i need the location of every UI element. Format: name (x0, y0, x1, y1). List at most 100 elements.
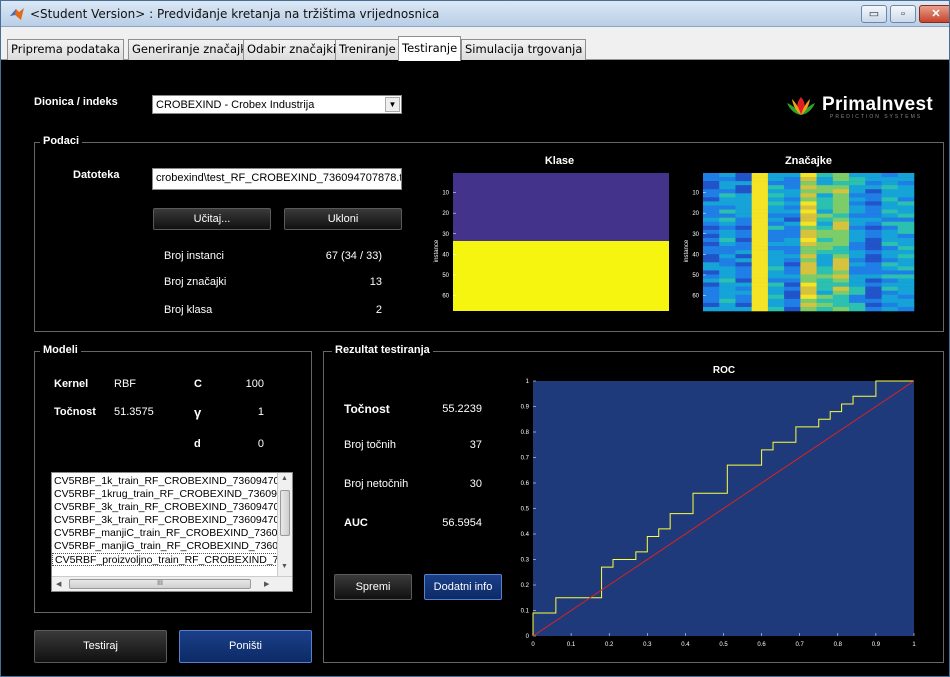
testiraj-button[interactable]: Testiraj (34, 630, 167, 663)
heatmap-cell (897, 306, 915, 312)
heatmap-cell (849, 270, 866, 275)
heatmap-cell (865, 302, 882, 308)
model-listbox[interactable]: CV5RBF_1k_train_RF_CROBEXIND_73609470 CV5… (51, 472, 293, 592)
heatmap-cell (881, 189, 899, 194)
close-button[interactable]: ✕ (919, 5, 949, 23)
horizontal-scrollbar[interactable]: ◀ III ▶ (52, 576, 292, 591)
heatmap-cell (832, 185, 850, 190)
heatmap-cell (751, 282, 769, 287)
broj-instanci-value: 67 (34 / 33) (325, 250, 382, 262)
heatmap-cell (751, 173, 769, 178)
scroll-down-icon[interactable]: ▼ (281, 563, 288, 570)
heatmap-cell (816, 286, 834, 292)
broj-znacajki-value: 13 (369, 276, 382, 288)
tab-testiranje[interactable]: Testiranje (398, 36, 462, 61)
heatmap-cell (767, 201, 785, 206)
heatmap-cell (849, 306, 866, 312)
heatmap-cell (719, 258, 736, 263)
scroll-left-icon[interactable]: ◀ (56, 580, 61, 588)
heatmap-cell (832, 302, 850, 308)
heatmap-cell (784, 282, 801, 287)
heatmap-cell (865, 229, 882, 235)
heatmap-cell (816, 298, 834, 304)
heatmap-cell (832, 221, 850, 227)
broj-klasa-label: Broj klasa (164, 304, 213, 316)
tab-treniranje[interactable]: Treniranje (335, 39, 400, 60)
model-list-item[interactable]: CV5RBF_1k_train_RF_CROBEXIND_73609470 (52, 475, 278, 488)
model-list-item[interactable]: CV5RBF_3k_train_RF_CROBEXIND_73609470 (52, 514, 278, 527)
heatmap-cell (849, 258, 866, 263)
heatmap-cell (849, 286, 866, 292)
heatmap-cell (784, 250, 801, 255)
heatmap-cell (800, 189, 817, 194)
heatmap-cell (832, 286, 850, 292)
scroll-right-icon[interactable]: ▶ (264, 580, 269, 588)
heatmap-cell (832, 246, 850, 251)
tab-generiranje-znacajki[interactable]: Generiranje značajki (128, 39, 255, 60)
heatmap-cell (816, 209, 834, 214)
tab-odabir-znacajki[interactable]: Odabir značajki (243, 39, 341, 60)
heatmap-cell (784, 278, 801, 283)
heatmap-cell (767, 185, 785, 190)
model-list-item[interactable]: CV5RBF_manjiG_train_RF_CROBEXIND_7360 (52, 540, 278, 553)
roc-ytick: 0.5 (521, 507, 530, 513)
heatmap-cell (719, 266, 736, 271)
auc-label: AUC (344, 517, 368, 529)
klase-heatmap: instance 10 20 30 40 50 60 (434, 173, 669, 311)
spremi-button[interactable]: Spremi (334, 574, 412, 600)
roc-xtick: 0.4 (681, 642, 690, 648)
maximize-button[interactable]: ▫ (890, 5, 916, 23)
heatmap-cell (735, 282, 752, 287)
heatmap-cell (897, 237, 915, 243)
heatmap-cell (800, 250, 817, 255)
heatmap-cell (832, 250, 850, 255)
heatmap-cell (800, 262, 817, 267)
heatmap-cell (735, 185, 752, 190)
tocnost-value: 51.3575 (114, 406, 154, 418)
heatmap-cell (849, 242, 866, 247)
scroll-thumb[interactable] (280, 490, 290, 536)
heatmap-cell (816, 262, 834, 267)
heatmap-cell (865, 181, 882, 186)
heatmap-cell (881, 201, 899, 206)
tab-priprema-podataka[interactable]: Priprema podataka (7, 39, 125, 60)
model-list-item[interactable]: CV5RBF_3k_train_RF_CROBEXIND_73609470 (52, 501, 278, 514)
model-list-item[interactable]: CV5RBF_proizvoljno_train_RF_CROBEXIND_7 (52, 553, 278, 566)
scroll-up-icon[interactable]: ▲ (281, 475, 288, 482)
heatmap-cell (767, 270, 785, 275)
heatmap-cell (816, 221, 834, 227)
ponisti-button[interactable]: Poništi (179, 630, 312, 663)
heatmap-cell (897, 246, 915, 251)
znacajke-title: Značajke (784, 155, 833, 167)
datoteka-field[interactable]: crobexind\test_RF_CROBEXIND_736094707878… (152, 168, 402, 190)
heatmap-cell (800, 197, 817, 202)
heatmap-cell (751, 270, 769, 275)
heatmap-cell (832, 225, 850, 231)
hscroll-thumb[interactable]: III (69, 579, 251, 589)
roc-ytick: 0.7 (521, 456, 530, 462)
heatmap-cell (881, 258, 899, 263)
broj-tocnih-label: Broj točnih (344, 439, 396, 451)
vertical-scrollbar[interactable]: ▲ ▼ (277, 473, 292, 576)
ukloni-button[interactable]: Ukloni (284, 208, 402, 230)
model-list-item[interactable]: CV5RBF_1krug_train_RF_CROBEXIND_73609 (52, 488, 278, 501)
minimize-button[interactable]: ▭ (861, 5, 887, 23)
heatmap-cell (703, 217, 720, 223)
rezultat-title: Rezultat testiranja (332, 344, 433, 356)
tab-simulacija-trgovanja[interactable]: Simulacija trgovanja (461, 39, 587, 60)
heatmap-cell (865, 217, 882, 223)
heatmap-cell (832, 278, 850, 283)
dodatni-info-button[interactable]: Dodatni info (424, 574, 502, 600)
znacajke-axis-label: instance (684, 239, 690, 262)
logo-subtitle: PREDICTION SYSTEMS (830, 114, 923, 120)
heatmap-cell (897, 286, 915, 292)
model-list-item[interactable]: CV5RBF_manjiC_train_RF_CROBEXIND_73609 (52, 527, 278, 540)
title-bar[interactable]: <Student Version> : Predviđanje kretanja… (1, 1, 949, 27)
heatmap-cell (849, 193, 866, 198)
heatmap-cell (719, 177, 736, 182)
heatmap-cell (800, 258, 817, 263)
heatmap-cell (800, 209, 817, 214)
ucitaj-button[interactable]: Učitaj... (153, 208, 271, 230)
heatmap-cell (800, 201, 817, 206)
stock-dropdown[interactable]: CROBEXIND - Crobex Industrija ▼ (152, 95, 402, 114)
